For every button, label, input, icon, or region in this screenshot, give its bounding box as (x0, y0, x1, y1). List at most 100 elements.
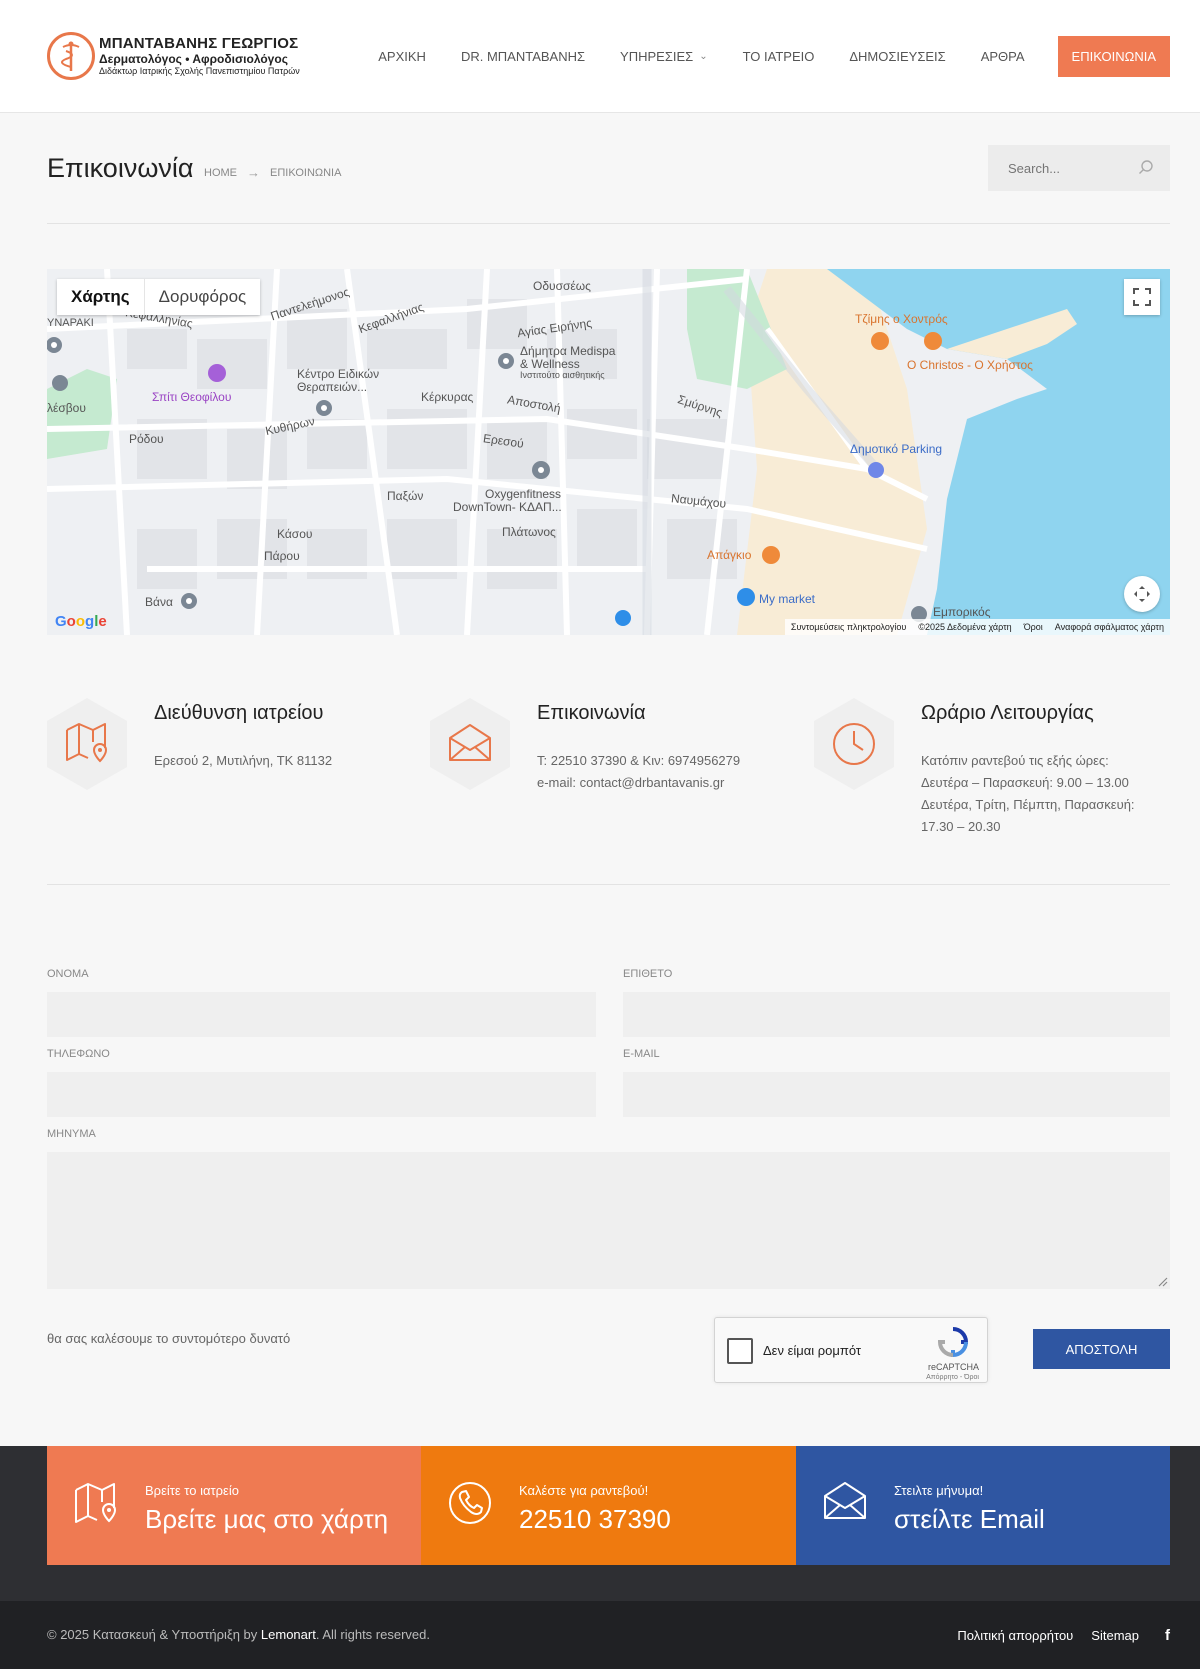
info-address-line: Ερεσού 2, Μυτιλήνη, ΤΚ 81132 (154, 753, 333, 768)
info-email[interactable]: e-mail: contact@drbantavanis.gr (537, 772, 740, 794)
hours-line: Δευτέρα, Τρίτη, Πέμπτη, Παρασκευή: (921, 797, 1135, 812)
phone-icon (449, 1482, 491, 1524)
cta-small-text: Καλέστε για ραντεβού! (519, 1483, 649, 1498)
chevron-down-icon: ⌄ (699, 51, 708, 62)
submit-button[interactable]: ΑΠΟΣΤΟΛΗ (1033, 1329, 1170, 1369)
phone-field[interactable] (47, 1072, 596, 1117)
recaptcha-terms[interactable]: Απόρρητο - Όροι (926, 1374, 979, 1381)
info-contact-lines: T: 22510 37390 & Κιν: 6974956279 e-mail:… (537, 750, 740, 794)
title-divider (47, 223, 1170, 224)
breadcrumb-home[interactable]: HOME (204, 167, 237, 179)
name-field[interactable] (47, 992, 596, 1037)
nav-clinic[interactable]: ΤΟ ΙΑΤΡΕΙΟ (743, 36, 815, 77)
sitemap-link[interactable]: Sitemap (1091, 1628, 1139, 1643)
nav-articles[interactable]: ΑΡΘΡΑ (981, 36, 1025, 77)
cta-find-map[interactable]: Βρείτε το ιατρείο Βρείτε μας στο χάρτη (47, 1446, 421, 1565)
cta-email[interactable]: Στειλτε μήνυμα! στείλτε Email (796, 1446, 1170, 1565)
page-title: Επικοινωνία (47, 153, 194, 183)
breadcrumb: HOME → ΕΠΙΚΟΙΝΩΝΙΑ (204, 165, 341, 180)
message-label: ΜΗΝΥΜΑ (47, 1128, 96, 1140)
cta-big-text: Βρείτε μας στο χάρτη (145, 1504, 389, 1534)
surname-label: ΕΠΙΘΕΤΟ (623, 968, 673, 980)
lemonart-link[interactable]: Lemonart (261, 1627, 316, 1642)
map-pin-icon (498, 353, 514, 369)
map-report-link[interactable]: Αναφορά σφάλματος χάρτη (1055, 622, 1164, 632)
logo-name: ΜΠΑΝΤΑΒΑΝΗΣ ΓΕΩΡΓΙΟΣ (99, 35, 299, 53)
arrow-right-icon: → (247, 165, 260, 180)
pan-control-button[interactable] (1124, 576, 1160, 612)
nav-services[interactable]: ΥΠΗΡΕΣΙΕΣ ⌄ (620, 36, 708, 77)
nav-doctor[interactable]: DR. ΜΠΑΝΤΑΒΑΝΗΣ (461, 36, 585, 77)
email-field[interactable] (623, 1072, 1170, 1117)
restaurant-pin-icon (762, 546, 780, 564)
logo-specialty: Δερματολόγος • Αφροδισιολόγος (99, 51, 288, 66)
map-pins (47, 332, 942, 626)
hours-line: Κατόπιν ραντεβού τις εξής ώρες: (921, 753, 1109, 768)
breadcrumb-current: ΕΠΙΚΟΙΝΩΝΙΑ (270, 166, 342, 179)
main-nav: ΑΡΧΙΚΗ DR. ΜΠΑΝΤΑΒΑΝΗΣ ΥΠΗΡΕΣΙΕΣ ⌄ ΤΟ ΙΑΤ… (343, 36, 1170, 77)
shop-pin-icon (615, 610, 631, 626)
copyright-prefix: © 2025 Κατασκευή & Υποστήριξη by (47, 1627, 261, 1642)
map-pin-icon (532, 461, 550, 479)
hours-line: 17.30 – 20.30 (921, 819, 1001, 834)
logo-credential: Διδάκτωρ Ιατρικής Σχολής Πανεπιστημίου Π… (99, 66, 300, 77)
copyright-suffix: . All rights reserved. (315, 1627, 430, 1642)
google-logo: Google (55, 613, 107, 630)
copyright: © 2025 Κατασκευή & Υποστήριξη by Lemonar… (47, 1627, 430, 1642)
search-box (988, 145, 1170, 191)
map-shortcuts-link[interactable]: Συντομεύσεις πληκτρολογίου (791, 622, 906, 632)
recaptcha-checkbox[interactable] (727, 1338, 753, 1364)
cta-big-text: στείλτε Email (894, 1504, 1045, 1534)
parking-pin-icon (868, 462, 884, 478)
shop-pin-icon (737, 588, 755, 606)
hours-line: Δευτέρα – Παρασκευή: 9.00 – 13.00 (921, 775, 1129, 790)
restaurant-pin-icon (924, 332, 942, 350)
nav-contact[interactable]: ΕΠΙΚΟΙΝΩΝΙΑ (1057, 36, 1170, 77)
search-input[interactable] (988, 145, 1128, 191)
site-logo[interactable]: ΜΠΑΝΤΑΒΑΝΗΣ ΓΕΩΡΓΙΟΣ Δερματολόγος • Αφρο… (47, 32, 300, 80)
cta-call[interactable]: Καλέστε για ραντεβού! 22510 37390 (421, 1446, 796, 1565)
fullscreen-button[interactable] (1124, 279, 1160, 315)
map-pin-icon (316, 400, 332, 416)
recaptcha-brand: reCAPTCHA (927, 1362, 979, 1372)
footer-links: Πολιτική απορρήτου Sitemap f (939, 1627, 1170, 1644)
info-hours-lines: Κατόπιν ραντεβού τις εξής ώρες: Δευτέρα … (921, 750, 1135, 838)
google-map[interactable]: Οδυσσέως Κεφαλληνίας Κεφαλλήνιας Παντελε… (47, 269, 1170, 635)
name-label: ΟΝΟΜΑ (47, 968, 89, 980)
map-type-toggle: Χάρτης Δορυφόρος (57, 279, 261, 315)
cta-big-text: 22510 37390 (519, 1504, 671, 1534)
site-footer: © 2025 Κατασκευή & Υποστήριξη by Lemonar… (0, 1601, 1200, 1669)
restaurant-pin-icon (871, 332, 889, 350)
search-icon[interactable] (1138, 159, 1154, 175)
info-title: Ωράριο Λειτουργίας (921, 702, 1094, 724)
recaptcha-label: Δεν είμαι ρομπότ (763, 1343, 862, 1358)
site-header: ΜΠΑΝΤΑΒΑΝΗΣ ΓΕΩΡΓΙΟΣ Δερματολόγος • Αφρο… (0, 0, 1200, 113)
facebook-icon[interactable]: f (1165, 1627, 1170, 1644)
privacy-policy-link[interactable]: Πολιτική απορρήτου (957, 1628, 1073, 1643)
map-pin-icon (47, 337, 62, 353)
map-tab-satellite[interactable]: Δορυφόρος (145, 279, 261, 315)
resize-handle-icon[interactable] (1156, 1275, 1168, 1287)
nav-home[interactable]: ΑΡΧΙΚΗ (378, 36, 426, 77)
email-label: E-MAIL (623, 1048, 660, 1060)
nav-services-label: ΥΠΗΡΕΣΙΕΣ (620, 49, 694, 64)
fullscreen-icon (1133, 288, 1151, 306)
form-note: θα σας καλέσουμε το συντομότερο δυνατό (47, 1331, 291, 1346)
map-tab-map[interactable]: Χάρτης (57, 279, 145, 315)
phone-label: ΤΗΛΕΦΩΝΟ (47, 1048, 110, 1060)
recaptcha-widget: Δεν είμαι ρομπότ reCAPTCHA Απόρρητο - Όρ… (714, 1317, 988, 1383)
surname-field[interactable] (623, 992, 1170, 1037)
info-title: Επικοινωνία (537, 702, 646, 724)
map-icon (75, 1483, 117, 1523)
recaptcha-icon (937, 1327, 969, 1358)
info-title: Διεύθυνση ιατρείου (154, 702, 324, 724)
message-field[interactable] (47, 1152, 1170, 1289)
map-terms-link[interactable]: Όροι (1024, 622, 1043, 632)
map-pin-icon (208, 364, 226, 382)
info-divider (47, 884, 1170, 885)
clock-icon (833, 723, 875, 765)
nav-publications[interactable]: ΔΗΜΟΣΙΕΥΣΕΙΣ (849, 36, 945, 77)
map-pin-icon (181, 593, 197, 609)
move-icon (1134, 586, 1150, 602)
map-icon (66, 723, 108, 763)
